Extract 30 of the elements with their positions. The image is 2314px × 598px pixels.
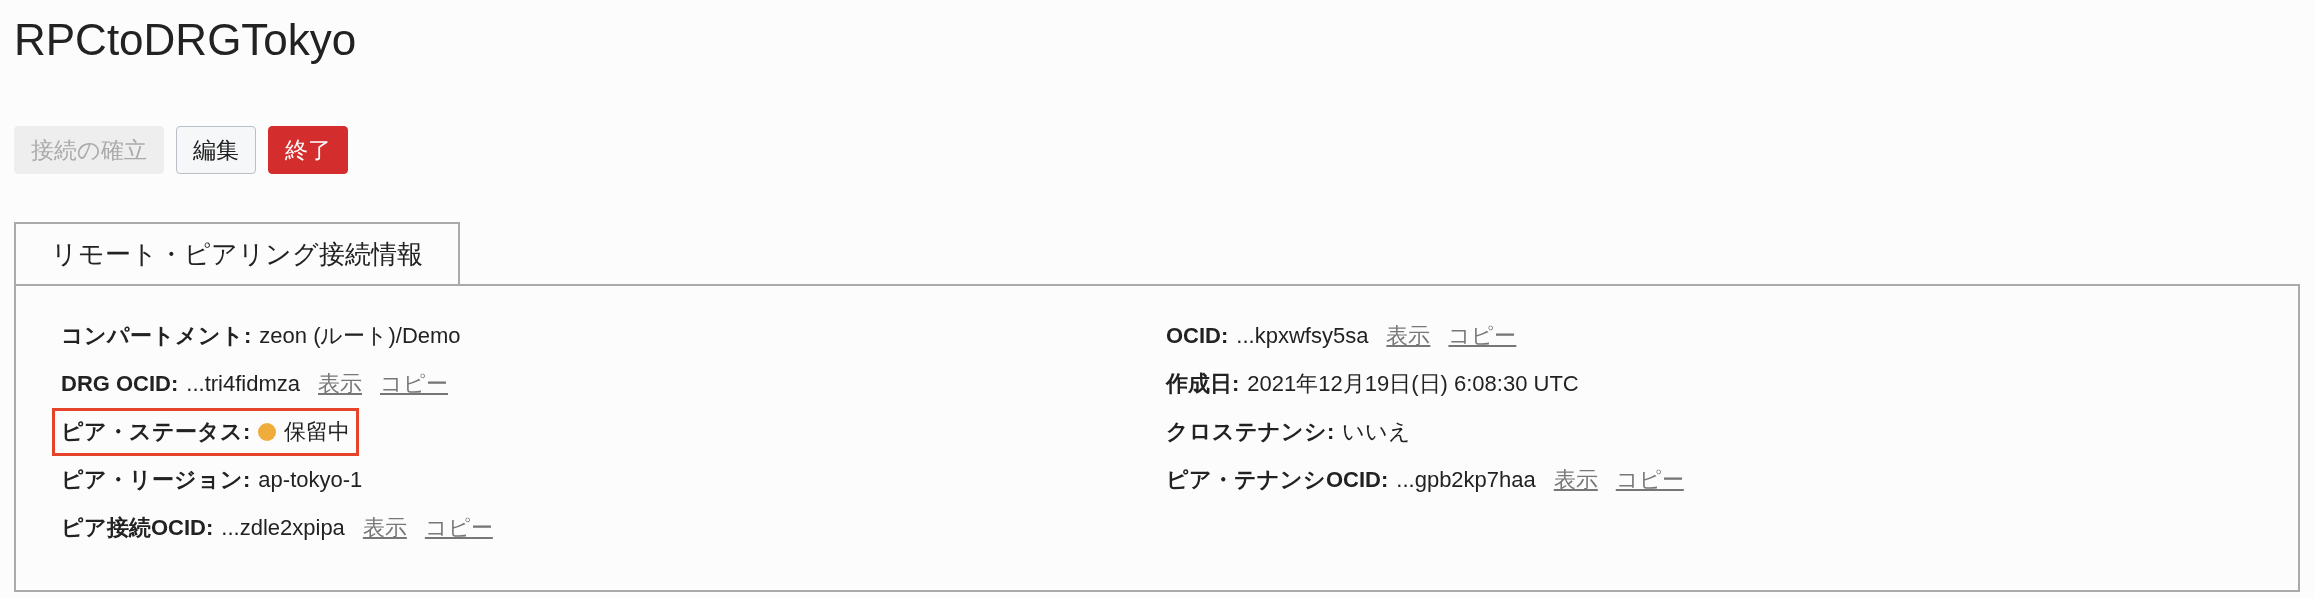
field-value: ...zdle2xpipa: [221, 515, 345, 541]
page-title: RPCtoDRGTokyo: [14, 14, 358, 64]
field-label: ピア接続OCID:: [61, 514, 214, 542]
tab[interactable]: リモート・ピアリング接続情報: [14, 222, 460, 284]
field-value: zeon (ルート)/Demo: [259, 322, 461, 350]
field-value: 保留中: [284, 418, 351, 446]
link[interactable]: コピー: [1615, 465, 1684, 495]
field-label: 作成日:: [1166, 370, 1240, 398]
field-label: DRG OCID:: [61, 371, 179, 397]
field-value: ...kpxwfsy5sa: [1236, 323, 1369, 349]
link[interactable]: 表示: [318, 369, 363, 399]
link[interactable]: コピー: [1448, 321, 1517, 351]
field-label: クロステナンシ:: [1166, 418, 1335, 446]
field-value: ...tri4fidmza: [186, 371, 301, 397]
link[interactable]: 表示: [1553, 465, 1598, 495]
link[interactable]: 表示: [362, 513, 407, 543]
field-label: ピア・テナンシOCID:: [1166, 466, 1389, 494]
field-label: ピア・ステータス:: [61, 418, 251, 446]
field-value: ap-tokyo-1: [258, 467, 363, 493]
action-button[interactable]: 終了: [268, 126, 348, 174]
field-value: いいえ: [1342, 418, 1412, 446]
field-label: ピア・リージョン:: [61, 466, 251, 494]
link[interactable]: 表示: [1386, 321, 1431, 351]
link[interactable]: コピー: [424, 513, 493, 543]
field-value: ...gpb2kp7haa: [1396, 467, 1536, 493]
field-label: OCID:: [1166, 323, 1229, 349]
action-button[interactable]: 編集: [176, 126, 256, 174]
field-label: コンパートメント:: [61, 322, 252, 350]
link[interactable]: コピー: [380, 369, 449, 399]
field-value: 2021年12月19日(日) 6:08:30 UTC: [1247, 370, 1579, 398]
